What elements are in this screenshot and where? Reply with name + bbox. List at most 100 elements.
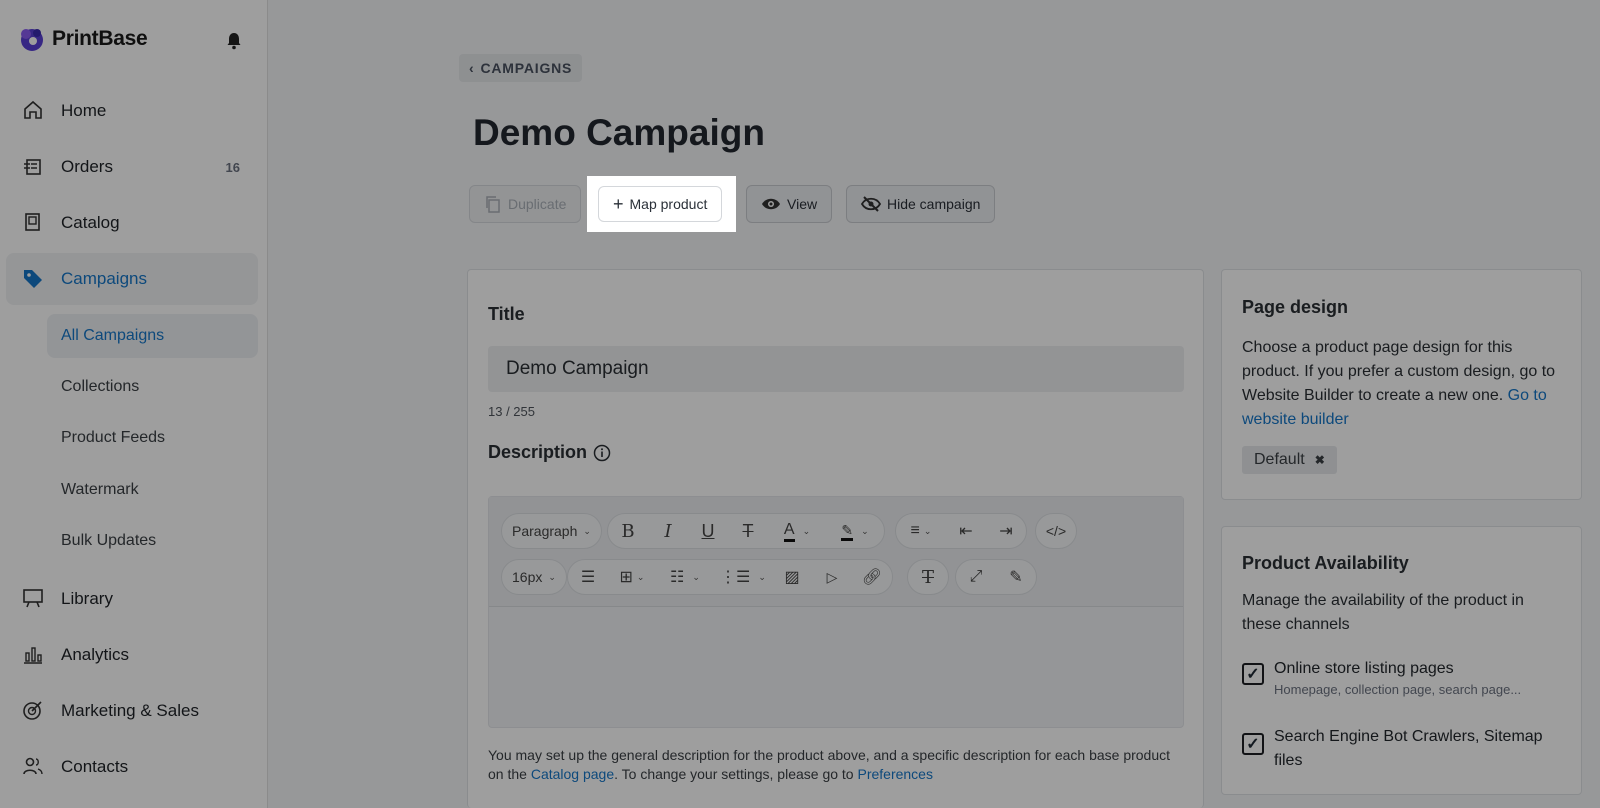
link-icon[interactable]: 🔗︎ xyxy=(852,560,892,594)
sidebar-subitem-label: Bulk Updates xyxy=(61,532,157,549)
option-label: Online store listing pages xyxy=(1274,660,1454,677)
underline-icon[interactable]: U xyxy=(688,514,728,548)
indent-icon[interactable]: ⇥ xyxy=(986,514,1026,548)
product-availability-card: Product Availability Manage the availabi… xyxy=(1221,526,1582,795)
page-design-card: Page design Choose a product page design… xyxy=(1221,269,1582,500)
sidebar-item-label: Analytics xyxy=(61,645,130,664)
bell-icon[interactable] xyxy=(226,32,242,50)
remove-tag-icon[interactable]: ✖ xyxy=(1315,453,1325,467)
sidebar-item-analytics[interactable]: Analytics xyxy=(6,629,258,681)
sidebar-item-label: Home xyxy=(61,101,107,120)
sidebar-subitem-collections[interactable]: Collections xyxy=(47,365,258,409)
preferences-link[interactable]: Preferences xyxy=(857,766,932,782)
title-input[interactable]: Demo Campaign xyxy=(488,346,1184,392)
chevron-down-icon: ⌄ xyxy=(583,525,591,536)
plus-icon: + xyxy=(613,194,624,214)
sidebar-item-label: Catalog xyxy=(61,213,120,232)
font-size-select[interactable]: 16px ⌄ xyxy=(502,560,566,594)
editor-toolbar: Paragraph ⌄ B I U T A⌄ ✎⌄ ≡⌄ ⇤ ⇥ </> xyxy=(489,497,1183,607)
sidebar-subitem-product-feeds[interactable]: Product Feeds xyxy=(47,416,258,460)
page-design-tag: Default ✖ xyxy=(1242,446,1337,474)
analytics-icon xyxy=(24,647,42,664)
checkmark-icon: ✓ xyxy=(1246,736,1260,753)
description-editor[interactable]: Paragraph ⌄ B I U T A⌄ ✎⌄ ≡⌄ ⇤ ⇥ </> xyxy=(488,496,1184,728)
tag-icon xyxy=(24,270,42,288)
availability-text: Manage the availability of the product i… xyxy=(1242,592,1524,633)
highlight-color-icon[interactable]: ✎ ⌄ xyxy=(826,514,884,548)
sidebar-item-contacts[interactable]: Contacts xyxy=(6,741,258,793)
text-style-group: B I U T A ⌄ ✎ ⌄ xyxy=(607,513,885,549)
code-view-group: </> xyxy=(1035,513,1077,549)
sidebar-item-catalog[interactable]: Catalog xyxy=(6,197,258,249)
back-to-campaigns-button[interactable]: ‹ CAMPAIGNS xyxy=(459,54,583,82)
code-view-icon[interactable]: </> xyxy=(1036,514,1076,548)
paragraph-format-value: Paragraph xyxy=(512,523,578,539)
sidebar-item-label: Contacts xyxy=(61,757,129,776)
duplicate-button[interactable]: Duplicate xyxy=(469,185,582,223)
hide-campaign-button[interactable]: Hide campaign xyxy=(846,185,996,223)
sidebar-subitem-all-campaigns[interactable]: All Campaigns xyxy=(47,314,258,358)
outdent-icon[interactable]: ⇤ xyxy=(946,514,986,548)
title-char-counter: 13 / 255 xyxy=(488,404,535,419)
sidebar-subitem-watermark[interactable]: Watermark xyxy=(47,468,258,512)
paragraph-format-select[interactable]: Paragraph ⌄ xyxy=(502,514,601,548)
insert-group: ☰ ⊞ ⌄ ☷ ⌄ ⋮☰ ⌄ ▨ ▷ 🔗︎ xyxy=(567,559,893,595)
fullscreen-icon[interactable]: ⤢ xyxy=(956,560,996,594)
title-label: Title xyxy=(488,304,525,324)
checkmark-icon: ✓ xyxy=(1246,666,1260,683)
sidebar-item-label: Marketing & Sales xyxy=(61,701,199,720)
printbase-logo-icon xyxy=(21,29,43,51)
video-icon[interactable]: ▷ xyxy=(812,560,852,594)
option-search-engine[interactable]: ✓ Search Engine Bot Crawlers, Sitemap fi… xyxy=(1242,725,1562,773)
line-height-icon[interactable]: ☰ xyxy=(568,560,608,594)
font-size-value: 16px xyxy=(512,569,543,585)
font-size-group: 16px ⌄ xyxy=(501,559,567,595)
align-left-icon[interactable]: ≡ ⌄ xyxy=(896,514,946,548)
italic-icon[interactable]: I xyxy=(648,514,688,548)
image-icon[interactable]: ▨ xyxy=(772,560,812,594)
bullet-list-icon[interactable]: ☷ ⌄ xyxy=(656,560,714,594)
checkbox-search-engine[interactable]: ✓ xyxy=(1242,733,1264,755)
help-text-part: . To change your settings, please go to xyxy=(614,766,858,782)
library-icon xyxy=(23,589,43,608)
sidebar-subitem-bulk-updates[interactable]: Bulk Updates xyxy=(47,519,258,563)
sidebar-item-library[interactable]: Library xyxy=(6,573,258,625)
view-button[interactable]: View xyxy=(746,185,833,223)
page-title: Demo Campaign xyxy=(473,112,765,153)
orders-count-badge: 16 xyxy=(225,159,240,175)
option-online-store[interactable]: ✓ Online store listing pages Homepage, c… xyxy=(1242,657,1521,699)
view-tools-group: ⤢ ✎ xyxy=(955,559,1037,595)
paragraph-format-group: Paragraph ⌄ xyxy=(501,513,602,549)
sidebar-item-campaigns[interactable]: Campaigns xyxy=(6,253,258,305)
back-label: CAMPAIGNS xyxy=(480,60,573,76)
clear-formatting-icon[interactable]: T xyxy=(908,560,948,594)
edit-pen-icon[interactable]: ✎ xyxy=(996,560,1036,594)
alignment-group: ≡ ⌄ ⇤ ⇥ xyxy=(895,513,1027,549)
catalog-page-link[interactable]: Catalog page xyxy=(531,766,614,782)
bold-icon[interactable]: B xyxy=(608,514,648,548)
sidebar-subitem-label: Watermark xyxy=(61,481,139,498)
eye-off-icon xyxy=(861,196,881,212)
target-icon xyxy=(23,701,42,720)
info-icon[interactable] xyxy=(593,444,611,462)
sidebar: PrintBase Home Orders 16 Catalog Campaig… xyxy=(0,0,268,808)
map-product-button[interactable]: + Map product xyxy=(598,186,723,222)
chevron-down-icon: ⌄ xyxy=(548,571,556,582)
sidebar-subitem-label: Product Feeds xyxy=(61,429,166,446)
hide-campaign-label: Hide campaign xyxy=(887,196,981,212)
duplicate-label: Duplicate xyxy=(508,196,567,212)
table-icon[interactable]: ⊞ ⌄ xyxy=(608,560,656,594)
sidebar-item-orders[interactable]: Orders 16 xyxy=(6,141,258,193)
checkbox-online-store[interactable]: ✓ xyxy=(1242,663,1264,685)
font-color-icon[interactable]: A ⌄ xyxy=(768,514,826,548)
copy-icon xyxy=(486,196,500,213)
option-sublabel: Homepage, collection page, search page..… xyxy=(1274,682,1522,697)
numbered-list-icon[interactable]: ⋮☰ ⌄ xyxy=(714,560,772,594)
option-label: Search Engine Bot Crawlers, Sitemap file… xyxy=(1274,728,1543,769)
chevron-left-icon: ‹ xyxy=(469,60,475,76)
strikethrough-icon[interactable]: T xyxy=(728,514,768,548)
sidebar-item-home[interactable]: Home xyxy=(6,85,258,137)
brand[interactable]: PrintBase xyxy=(18,26,148,52)
sidebar-item-label: Library xyxy=(61,589,113,608)
sidebar-item-marketing[interactable]: Marketing & Sales xyxy=(6,685,258,737)
